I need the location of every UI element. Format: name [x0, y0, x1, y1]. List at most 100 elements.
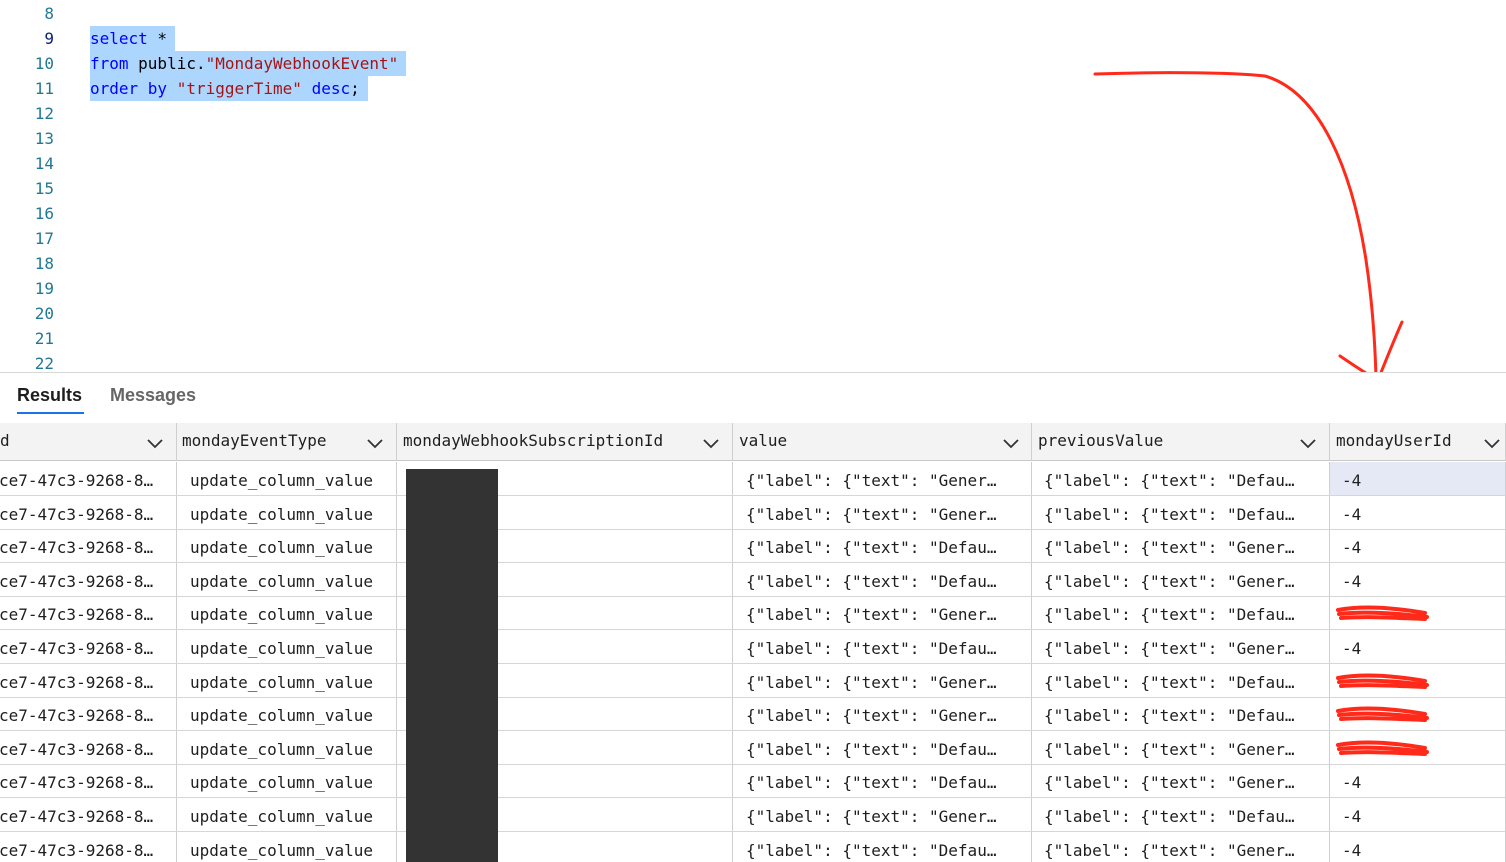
- editor-line[interactable]: 21: [0, 326, 1506, 351]
- editor-line[interactable]: 16: [0, 201, 1506, 226]
- table-cell-previousValue[interactable]: {"label": {"text": "Gener…: [1032, 630, 1330, 663]
- editor-line[interactable]: 19: [0, 276, 1506, 301]
- table-row[interactable]: ce7-47c3-9268-8… update_column_value {"lab…: [0, 731, 1506, 765]
- table-row[interactable]: ce7-47c3-9268-8… update_column_value {"lab…: [0, 496, 1506, 530]
- table-cell-mondayEventType[interactable]: update_column_value: [177, 832, 397, 862]
- table-cell-mondayUserId[interactable]: -4: [1330, 764, 1506, 797]
- table-cell-id[interactable]: ce7-47c3-9268-8…: [0, 731, 177, 764]
- table-cell-mondayUserId[interactable]: -4: [1330, 630, 1506, 663]
- chevron-down-icon[interactable]: [1484, 435, 1500, 449]
- column-header-previousValue[interactable]: previousValue: [1032, 423, 1330, 461]
- table-cell-value[interactable]: {"label": {"text": "Defau…: [733, 832, 1032, 862]
- table-cell-value[interactable]: {"label": {"text": "Defau…: [733, 563, 1032, 596]
- chevron-down-icon[interactable]: [147, 435, 163, 449]
- editor-line[interactable]: 14: [0, 151, 1506, 176]
- table-cell-mondayEventType[interactable]: update_column_value: [177, 697, 397, 730]
- table-row[interactable]: ce7-47c3-9268-8… update_column_value {"lab…: [0, 697, 1506, 731]
- table-row[interactable]: ce7-47c3-9268-8… update_column_value {"lab…: [0, 529, 1506, 563]
- editor-line[interactable]: 17: [0, 226, 1506, 251]
- table-cell-value[interactable]: {"label": {"text": "Gener…: [733, 664, 1032, 697]
- tab-messages[interactable]: Messages: [110, 383, 196, 407]
- column-header-mondayWebhookSubscriptionId[interactable]: mondayWebhookSubscriptionId: [397, 423, 733, 461]
- chevron-down-icon[interactable]: [703, 435, 719, 449]
- table-row[interactable]: ce7-47c3-9268-8… update_column_value {"lab…: [0, 664, 1506, 698]
- table-cell-id[interactable]: ce7-47c3-9268-8…: [0, 563, 177, 596]
- table-cell-mondayEventType[interactable]: update_column_value: [177, 496, 397, 529]
- code-text[interactable]: from public."MondayWebhookEvent": [90, 51, 407, 76]
- table-cell-id[interactable]: ce7-47c3-9268-8…: [0, 664, 177, 697]
- chevron-down-icon[interactable]: [1300, 435, 1316, 449]
- table-cell-id[interactable]: ce7-47c3-9268-8…: [0, 529, 177, 562]
- table-cell-id[interactable]: ce7-47c3-9268-8…: [0, 630, 177, 663]
- table-cell-mondayEventType[interactable]: update_column_value: [177, 731, 397, 764]
- table-cell-mondayUserId[interactable]: -4: [1330, 462, 1506, 495]
- table-row[interactable]: ce7-47c3-9268-8… update_column_value {"lab…: [0, 596, 1506, 630]
- table-cell-previousValue[interactable]: {"label": {"text": "Gener…: [1032, 832, 1330, 862]
- table-cell-mondayUserId[interactable]: -4: [1330, 563, 1506, 596]
- table-cell-value[interactable]: {"label": {"text": "Gener…: [733, 697, 1032, 730]
- table-row[interactable]: ce7-47c3-9268-8… update_column_value {"lab…: [0, 798, 1506, 832]
- table-cell-previousValue[interactable]: {"label": {"text": "Defau…: [1032, 697, 1330, 730]
- table-cell-id[interactable]: ce7-47c3-9268-8…: [0, 462, 177, 495]
- chevron-down-icon[interactable]: [1003, 435, 1019, 449]
- sql-editor[interactable]: 8 9 select * 10 from public."MondayWebhookEv…: [0, 0, 1506, 372]
- table-cell-value[interactable]: {"label": {"text": "Gener…: [733, 798, 1032, 831]
- editor-line[interactable]: 8: [0, 1, 1506, 26]
- table-cell-mondayEventType[interactable]: update_column_value: [177, 529, 397, 562]
- table-cell-id[interactable]: ce7-47c3-9268-8…: [0, 832, 177, 862]
- code-text[interactable]: select *: [90, 26, 176, 51]
- editor-line[interactable]: 10 from public."MondayWebhookEvent": [0, 51, 1506, 76]
- table-row[interactable]: ce7-47c3-9268-8… update_column_value {"lab…: [0, 462, 1506, 496]
- table-cell-mondayEventType[interactable]: update_column_value: [177, 630, 397, 663]
- editor-line[interactable]: 15: [0, 176, 1506, 201]
- column-header-value[interactable]: value: [733, 423, 1032, 461]
- table-cell-previousValue[interactable]: {"label": {"text": "Defau…: [1032, 664, 1330, 697]
- table-cell-id[interactable]: ce7-47c3-9268-8…: [0, 764, 177, 797]
- table-cell-previousValue[interactable]: {"label": {"text": "Defau…: [1032, 798, 1330, 831]
- table-cell-value[interactable]: {"label": {"text": "Defau…: [733, 731, 1032, 764]
- table-cell-mondayUserId[interactable]: -4: [1330, 529, 1506, 562]
- table-cell-value[interactable]: {"label": {"text": "Defau…: [733, 764, 1032, 797]
- editor-line[interactable]: 20: [0, 301, 1506, 326]
- table-cell-mondayUserId[interactable]: -4: [1330, 798, 1506, 831]
- editor-line[interactable]: 18: [0, 251, 1506, 276]
- editor-line[interactable]: 22: [0, 351, 1506, 372]
- code-text[interactable]: order by "triggerTime" desc;: [90, 76, 368, 101]
- editor-line[interactable]: 13: [0, 126, 1506, 151]
- table-cell-previousValue[interactable]: {"label": {"text": "Defau…: [1032, 462, 1330, 495]
- table-cell-id[interactable]: ce7-47c3-9268-8…: [0, 697, 177, 730]
- table-cell-previousValue[interactable]: {"label": {"text": "Gener…: [1032, 563, 1330, 596]
- table-cell-value[interactable]: {"label": {"text": "Defau…: [733, 529, 1032, 562]
- table-cell-previousValue[interactable]: {"label": {"text": "Gener…: [1032, 529, 1330, 562]
- table-cell-value[interactable]: {"label": {"text": "Gener…: [733, 596, 1032, 629]
- table-row[interactable]: ce7-47c3-9268-8… update_column_value {"lab…: [0, 764, 1506, 798]
- table-cell-mondayEventType[interactable]: update_column_value: [177, 596, 397, 629]
- table-cell-mondayEventType[interactable]: update_column_value: [177, 798, 397, 831]
- table-cell-value[interactable]: {"label": {"text": "Gener…: [733, 496, 1032, 529]
- table-cell-mondayUserId[interactable]: -4: [1330, 832, 1506, 862]
- chevron-down-icon[interactable]: [367, 435, 383, 449]
- results-grid[interactable]: d mondayEventType mondayWebhookSubscriptio…: [0, 423, 1506, 862]
- table-cell-mondayUserId[interactable]: -4: [1330, 496, 1506, 529]
- table-cell-id[interactable]: ce7-47c3-9268-8…: [0, 496, 177, 529]
- editor-line[interactable]: 12: [0, 101, 1506, 126]
- table-row[interactable]: ce7-47c3-9268-8… update_column_value {"lab…: [0, 630, 1506, 664]
- table-cell-value[interactable]: {"label": {"text": "Defau…: [733, 630, 1032, 663]
- column-header-mondayEventType[interactable]: mondayEventType: [177, 423, 397, 461]
- table-cell-mondayEventType[interactable]: update_column_value: [177, 563, 397, 596]
- column-header-id[interactable]: d: [0, 423, 177, 461]
- table-cell-id[interactable]: ce7-47c3-9268-8…: [0, 596, 177, 629]
- table-row[interactable]: ce7-47c3-9268-8… update_column_value {"lab…: [0, 563, 1506, 597]
- editor-line[interactable]: 9 select *: [0, 26, 1506, 51]
- table-cell-mondayEventType[interactable]: update_column_value: [177, 462, 397, 495]
- table-row[interactable]: ce7-47c3-9268-8… update_column_value {"lab…: [0, 832, 1506, 862]
- table-cell-mondayEventType[interactable]: update_column_value: [177, 664, 397, 697]
- tab-results[interactable]: Results: [17, 383, 82, 407]
- column-header-mondayUserId[interactable]: mondayUserId: [1330, 423, 1506, 461]
- table-cell-previousValue[interactable]: {"label": {"text": "Gener…: [1032, 731, 1330, 764]
- table-cell-previousValue[interactable]: {"label": {"text": "Defau…: [1032, 596, 1330, 629]
- table-cell-mondayEventType[interactable]: update_column_value: [177, 764, 397, 797]
- table-cell-id[interactable]: ce7-47c3-9268-8…: [0, 798, 177, 831]
- table-cell-previousValue[interactable]: {"label": {"text": "Gener…: [1032, 764, 1330, 797]
- editor-line[interactable]: 11 order by "triggerTime" desc;: [0, 76, 1506, 101]
